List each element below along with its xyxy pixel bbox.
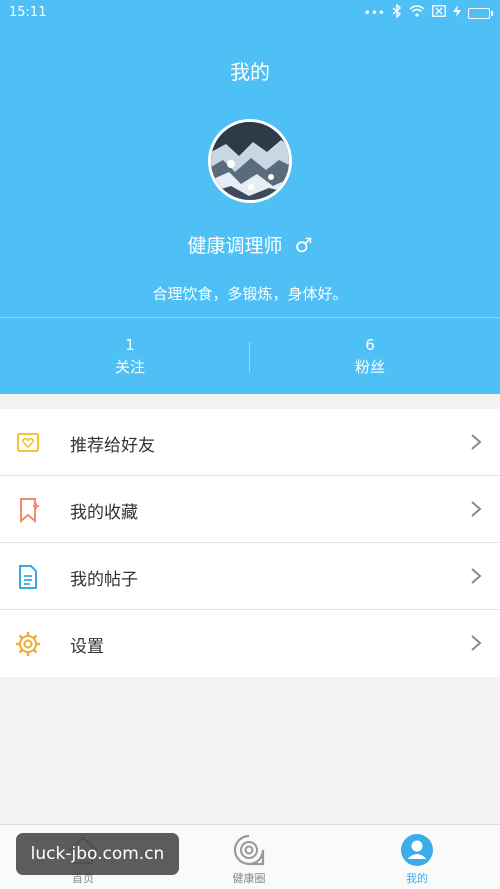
menu-item-label: 我的帖子 bbox=[70, 570, 138, 590]
stats-divider bbox=[0, 317, 500, 318]
wifi-icon bbox=[409, 5, 425, 21]
username: 健康调理师 bbox=[187, 235, 283, 257]
battery-icon bbox=[468, 7, 493, 19]
following-label: 关注 bbox=[114, 358, 145, 376]
following-count: 1 bbox=[125, 336, 135, 354]
profile-header: 15:11 ••• 我的 健康调理师 ♂ 合理饮食，多锻炼，身体好。 1 关注 … bbox=[0, 0, 500, 394]
menu-item-recommend[interactable]: 推荐给好友 bbox=[0, 409, 500, 476]
username-row: 健康调理师 ♂ bbox=[0, 231, 500, 258]
menu-list: 推荐给好友 我的收藏 我的帖子 设置 bbox=[0, 409, 500, 677]
bio-text: 合理饮食，多锻炼，身体好。 bbox=[152, 285, 348, 303]
chevron-right-icon bbox=[470, 634, 482, 652]
male-gender-icon: ♂ bbox=[294, 233, 313, 257]
status-icons: ••• bbox=[363, 3, 493, 22]
tab-label: 我的 bbox=[406, 872, 428, 885]
tab-health-circle[interactable]: 健康圈 bbox=[166, 825, 332, 889]
menu-item-settings[interactable]: 设置 bbox=[0, 610, 500, 677]
menu-item-label: 我的收藏 bbox=[70, 503, 138, 523]
charging-icon bbox=[453, 5, 461, 21]
menu-item-label: 推荐给好友 bbox=[70, 436, 155, 456]
circle-chat-icon bbox=[232, 833, 266, 867]
page-title: 我的 bbox=[230, 60, 270, 84]
menu-item-label: 设置 bbox=[70, 637, 104, 657]
following-stat[interactable]: 1 关注 bbox=[10, 334, 250, 378]
gear-icon bbox=[15, 631, 41, 657]
chevron-right-icon bbox=[470, 433, 482, 451]
menu-item-my-posts[interactable]: 我的帖子 bbox=[0, 543, 500, 610]
status-time: 15:11 bbox=[9, 5, 47, 20]
user-icon bbox=[400, 833, 434, 867]
chevron-right-icon bbox=[470, 567, 482, 585]
document-icon bbox=[15, 564, 41, 590]
heart-card-icon bbox=[15, 430, 41, 456]
tab-label: 健康圈 bbox=[232, 872, 266, 885]
chevron-right-icon bbox=[470, 500, 482, 518]
watermark: luck-jbo.com.cn bbox=[16, 833, 179, 875]
bookmark-plus-icon bbox=[15, 497, 41, 524]
status-bar: 15:11 ••• bbox=[0, 0, 500, 26]
followers-label: 粉丝 bbox=[354, 358, 385, 376]
tab-me[interactable]: 我的 bbox=[334, 825, 500, 889]
bluetooth-icon bbox=[392, 3, 402, 22]
followers-count: 6 bbox=[365, 336, 375, 354]
no-sim-icon bbox=[432, 5, 446, 21]
followers-stat[interactable]: 6 粉丝 bbox=[250, 334, 490, 378]
avatar[interactable] bbox=[208, 119, 292, 203]
more-dots-icon: ••• bbox=[363, 6, 385, 20]
menu-item-favorites[interactable]: 我的收藏 bbox=[0, 476, 500, 543]
